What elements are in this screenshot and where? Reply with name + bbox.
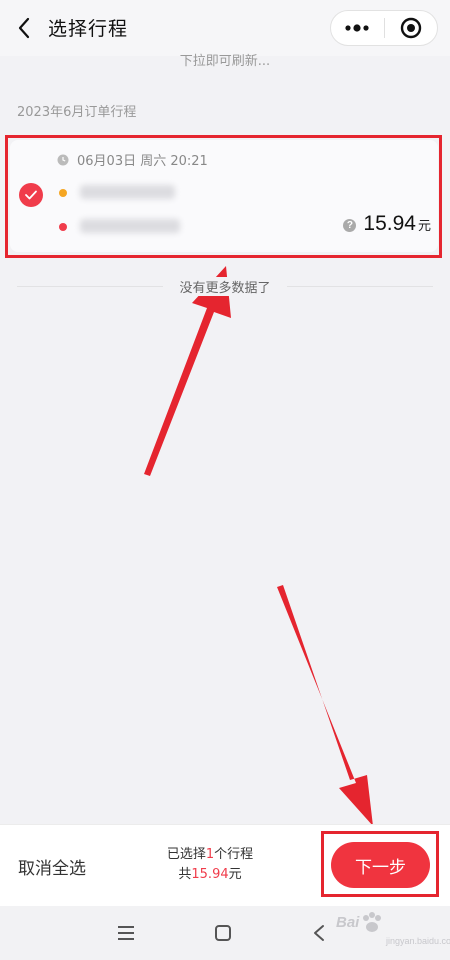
total-line: 共15.94元: [178, 867, 242, 882]
paw-icon: [363, 912, 381, 932]
selection-summary: 已选择1个行程 共15.94元: [140, 845, 280, 885]
annotation-highlight-next: [321, 831, 439, 897]
annotation-arrows: [144, 266, 373, 826]
home-square-icon: [215, 925, 231, 941]
selected-count: 1: [205, 847, 215, 862]
selected-count-line: 已选择1个行程: [166, 847, 254, 862]
total-value: 15.94: [191, 867, 229, 882]
annotation-arrow-down: [277, 585, 373, 826]
watermark-brand: Bai: [336, 914, 360, 931]
no-more-text: 没有更多数据了: [173, 277, 277, 296]
watermark-sub: jingyan.baidu.com: [386, 936, 450, 946]
system-menu-button[interactable]: [114, 922, 138, 944]
menu-lines-icon: [118, 926, 134, 940]
annotation-arrow-up: [144, 266, 231, 476]
cancel-select-all-button[interactable]: 取消全选: [18, 854, 86, 879]
back-triangle-icon: [314, 925, 324, 941]
system-home-button[interactable]: [211, 922, 235, 944]
baidu-watermark: Bai jingyan.baidu.com: [330, 906, 450, 956]
system-back-button[interactable]: [307, 922, 331, 944]
